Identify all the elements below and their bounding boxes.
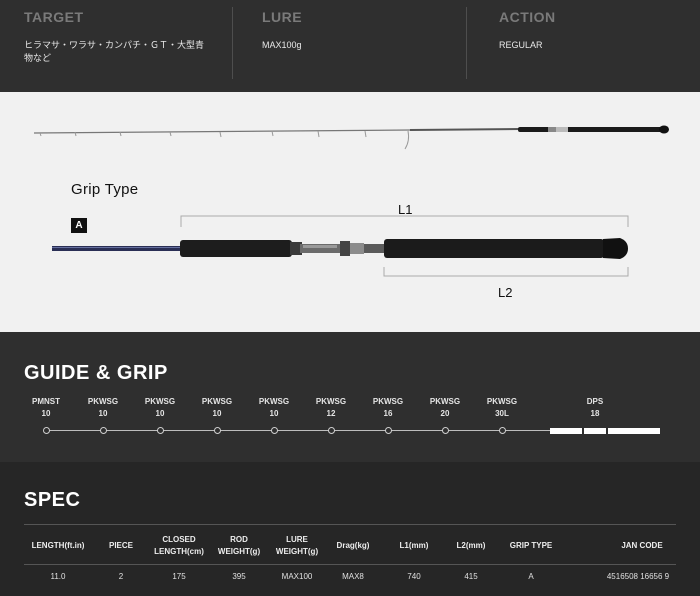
- spec-cell-piece: 2: [118, 572, 124, 581]
- guide-type: PKWSG: [144, 397, 176, 406]
- guide-type: PKWSG: [315, 397, 347, 406]
- spec-cell-drag: MAX8: [342, 572, 364, 581]
- full-rod-image: [33, 125, 669, 150]
- guide-type: PKWSG: [201, 397, 233, 406]
- spec-header-rod-weight: ROD WEIGHT(g): [217, 535, 261, 556]
- guide-line: [46, 430, 552, 431]
- spec-cell-grip-type: A: [528, 572, 534, 581]
- lure-value: MAX100g: [262, 40, 302, 50]
- l1-label: L1: [398, 202, 413, 217]
- lure-column: LURE MAX100g: [232, 7, 466, 79]
- guide-marker: [499, 427, 506, 434]
- grip-type-title: Grip Type: [71, 181, 139, 198]
- spec-header-closed-length: CLOSED LENGTH(cm): [154, 535, 204, 556]
- guide-size: 12: [326, 409, 336, 418]
- guide-size: 30L: [495, 409, 509, 418]
- guide-item: PKWSG 12: [301, 396, 361, 420]
- guide-type: PKWSG: [486, 397, 518, 406]
- guide-marker: [43, 427, 50, 434]
- guide-item: PKWSG 10: [130, 396, 190, 420]
- spec-cell-jan-code: 4516508 16656 9: [606, 572, 670, 581]
- target-value: ヒラマサ・ワラサ・カンパチ・ＧＴ・大型青物など: [24, 40, 205, 63]
- guide-type: PKWSG: [87, 397, 119, 406]
- guide-item: PKWSG 10: [73, 396, 133, 420]
- guide-grip-section: GUIDE & GRIP PMNST 10 PKWSG 10 PKWSG 10 …: [0, 332, 700, 462]
- spec-title: SPEC: [24, 489, 81, 511]
- guide-type: PKWSG: [258, 397, 290, 406]
- reel-seat-size: 18: [590, 409, 600, 418]
- guide-item: PKWSG 20: [415, 396, 475, 420]
- spec-cell-lure-weight: MAX100: [281, 572, 313, 581]
- guide-size: 10: [155, 409, 165, 418]
- guide-item: PKWSG 10: [187, 396, 247, 420]
- l1-dimension-line: [180, 215, 629, 227]
- spec-header-grip-type: GRIP TYPE: [509, 541, 553, 550]
- guide-marker: [271, 427, 278, 434]
- grip-detail-image: [52, 238, 628, 259]
- rod-illustration-panel: Grip Type A L1 L2: [0, 92, 700, 332]
- guide-marker: [385, 427, 392, 434]
- info-band: TARGET ヒラマサ・ワラサ・カンパチ・ＧＴ・大型青物など LURE MAX1…: [0, 0, 700, 92]
- guide-type: PMNST: [32, 397, 60, 406]
- action-heading: ACTION: [499, 9, 556, 25]
- guide-grip-title: GUIDE & GRIP: [24, 362, 168, 384]
- guide-item: PMNST 10: [16, 396, 76, 420]
- lure-heading: LURE: [262, 9, 303, 25]
- l2-dimension-line: [383, 267, 629, 277]
- guide-size: 20: [440, 409, 450, 418]
- guide-item: PKWSG 16: [358, 396, 418, 420]
- guide-type: PKWSG: [429, 397, 461, 406]
- spec-header-length: LENGTH(ft.in): [31, 541, 85, 550]
- spec-header-jan-code: JAN CODE: [621, 541, 663, 550]
- reel-seat-item: DPS 18: [565, 396, 625, 420]
- guide-item: PKWSG 30L: [472, 396, 532, 420]
- action-column: ACTION REGULAR: [466, 7, 700, 79]
- l2-label: L2: [498, 285, 513, 300]
- action-value: REGULAR: [499, 40, 543, 50]
- spec-header-lure-weight: LURE WEIGHT(g): [275, 535, 319, 556]
- guide-size: 10: [269, 409, 279, 418]
- guide-marker: [214, 427, 221, 434]
- guide-size: 10: [212, 409, 222, 418]
- guide-marker: [442, 427, 449, 434]
- spec-header-l1: L1(mm): [399, 541, 429, 550]
- spec-cell-l2: 415: [464, 572, 478, 581]
- guide-marker: [100, 427, 107, 434]
- spec-header-piece: PIECE: [108, 541, 133, 550]
- grip-bar-segment: [608, 428, 660, 434]
- rod-illustration: [33, 125, 669, 277]
- guide-marker: [157, 427, 164, 434]
- guide-size: 10: [98, 409, 108, 418]
- guide-type: PKWSG: [372, 397, 404, 406]
- spec-cell-l1: 740: [407, 572, 421, 581]
- spec-header-drag: Drag(kg): [336, 541, 370, 550]
- guide-size: 10: [41, 409, 51, 418]
- target-heading: TARGET: [24, 9, 84, 25]
- guide-marker: [328, 427, 335, 434]
- spec-header-l2: L2(mm): [456, 541, 486, 550]
- spec-cell-closed-length: 175: [172, 572, 186, 581]
- grip-bar-segment: [550, 428, 582, 434]
- reel-seat-type: DPS: [586, 397, 604, 406]
- guide-size: 16: [383, 409, 393, 418]
- spec-cell-length: 11.0: [50, 572, 66, 581]
- grip-type-badge: A: [71, 218, 87, 233]
- grip-bar-segment: [584, 428, 606, 434]
- guide-item: PKWSG 10: [244, 396, 304, 420]
- spec-cell-rod-weight: 395: [232, 572, 246, 581]
- spec-header-divider: [24, 564, 676, 565]
- spec-top-divider: [24, 524, 676, 525]
- target-column: TARGET ヒラマサ・ワラサ・カンパチ・ＧＴ・大型青物など: [0, 0, 232, 92]
- spec-section: SPEC LENGTH(ft.in) PIECE CLOSED LENGTH(c…: [0, 462, 700, 596]
